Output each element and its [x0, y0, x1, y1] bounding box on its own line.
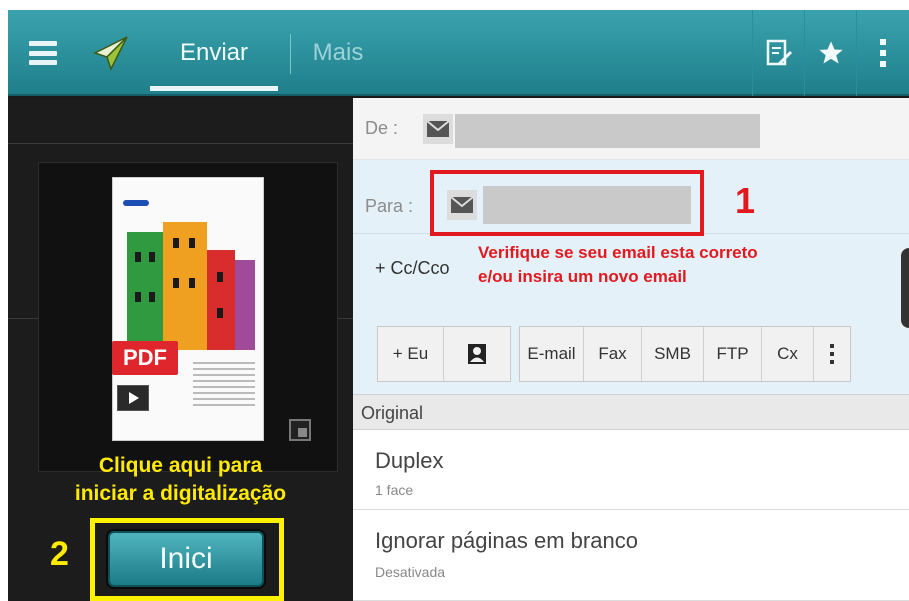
active-tab-indicator	[150, 86, 278, 91]
instruction-line: e/ou insira um novo email	[478, 267, 687, 286]
to-label: Para :	[365, 196, 414, 216]
scan-preview[interactable]: PDF	[38, 162, 338, 472]
overflow-menu-button[interactable]	[856, 10, 909, 96]
email-type-button[interactable]: E-mail	[520, 327, 584, 381]
duplex-option[interactable]: Duplex 1 face	[353, 430, 909, 510]
instruction-line: iniciar a digitalização	[74, 482, 287, 505]
contact-icon	[468, 344, 486, 364]
ftp-type-button[interactable]: FTP	[704, 327, 762, 381]
edit-button[interactable]	[752, 10, 804, 96]
star-icon	[818, 41, 843, 64]
step-number: 2	[50, 535, 69, 573]
instruction-line: Clique aqui para	[98, 454, 263, 477]
add-me-button[interactable]: + Eu	[378, 327, 444, 381]
send-icon	[86, 10, 136, 96]
more-icon	[880, 39, 886, 67]
play-button[interactable]	[117, 385, 149, 411]
tab-divider	[290, 34, 291, 74]
from-label: De :	[365, 118, 399, 138]
brand-logo	[123, 200, 149, 206]
smb-type-button[interactable]: SMB	[642, 327, 704, 381]
more-icon	[830, 344, 834, 364]
pdf-badge: PDF	[112, 341, 178, 375]
from-address-field	[455, 114, 760, 148]
option-title: Duplex	[375, 448, 444, 473]
send-form: De : Para : 1 + Cc/Cco Verifique se seu …	[353, 98, 909, 601]
start-instruction: Clique aqui para iniciar a digitalização	[8, 452, 353, 508]
option-title: Ignorar páginas em branco	[375, 528, 638, 553]
address-book-button[interactable]	[444, 327, 510, 381]
document-text	[193, 362, 255, 410]
fax-type-button[interactable]: Fax	[584, 327, 642, 381]
from-row: De :	[353, 98, 909, 160]
menu-button[interactable]	[8, 10, 78, 96]
email-instruction: Verifique se seu email esta correto e/ou…	[478, 241, 758, 289]
box-type-button[interactable]: Cx	[762, 327, 814, 381]
expand-icon[interactable]	[289, 419, 311, 441]
favorite-button[interactable]	[804, 10, 856, 96]
start-button[interactable]: Inici	[108, 531, 264, 587]
play-icon	[129, 392, 139, 404]
menu-icon	[29, 41, 57, 65]
skip-blank-pages-option[interactable]: Ignorar páginas em branco Desativada	[353, 510, 909, 601]
section-title: Original	[361, 403, 424, 423]
instruction-line: Verifique se seu email esta correto	[478, 243, 758, 262]
app-window: Enviar Mais PDF Clique aqui para iniciar…	[8, 10, 909, 601]
divider	[8, 143, 353, 144]
section-header: Original	[353, 394, 909, 430]
action-bar: Enviar Mais	[8, 10, 909, 96]
document-photo	[127, 222, 255, 350]
self-group: + Eu	[377, 326, 511, 382]
option-value: 1 face	[375, 482, 414, 498]
more-types-button[interactable]	[814, 327, 850, 381]
highlight-box	[430, 170, 704, 236]
option-value: Desativada	[375, 564, 446, 580]
tab-more[interactable]: Mais	[298, 10, 378, 96]
step-number: 1	[735, 180, 756, 221]
type-group: E-mail Fax SMB FTP Cx	[519, 326, 851, 382]
add-cc-bcc-button[interactable]: + Cc/Cco	[375, 258, 450, 279]
destination-toolbar: + Eu E-mail Fax SMB FTP Cx	[377, 326, 859, 382]
edit-icon	[766, 39, 792, 66]
mail-icon	[423, 114, 453, 144]
side-drawer-handle[interactable]	[901, 248, 909, 328]
preview-panel: PDF Clique aqui para iniciar a digitaliz…	[8, 98, 353, 601]
tab-send[interactable]: Enviar	[148, 10, 280, 96]
